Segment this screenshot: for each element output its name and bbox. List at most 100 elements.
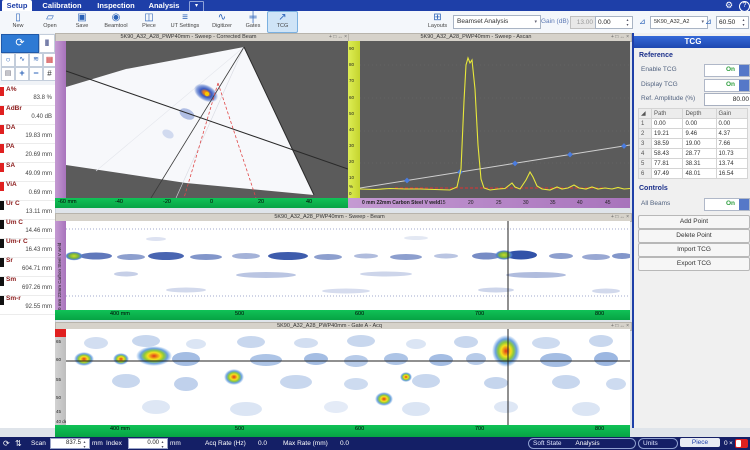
reference-section-label: Reference (639, 52, 673, 59)
delete-point-button[interactable]: Delete Point (638, 229, 750, 243)
view-header-icons[interactable]: + □ ↔ × (611, 214, 629, 221)
reading-row: ViA0.69 mm (0, 181, 55, 201)
ut-settings-button[interactable]: ≡UT Settings (166, 12, 204, 32)
toolbar: ▯New ▱Open ▣Save ◉Beamtool ◫Piece ≡UT Se… (0, 11, 750, 34)
all-beams-toggle[interactable]: On (704, 198, 750, 211)
scan-spinner[interactable]: ▴▾ (81, 439, 88, 449)
bscan-x-ruler: 400 mm 500 600 700 800 (55, 310, 630, 320)
zoom-in-icon[interactable]: + (15, 67, 29, 81)
index-unit: mm (170, 437, 181, 450)
piece-button[interactable]: Piece (680, 438, 720, 447)
view-header-icons[interactable]: + □ ↔ × (611, 34, 629, 41)
sector-y-ruler (55, 41, 66, 198)
cscan-angle-ruler: 65 60 55 50 45 40 deg (55, 337, 66, 425)
max-rate-value: 0.0 (340, 437, 349, 450)
angle-input[interactable]: 60.50 ▴▾ (716, 16, 749, 29)
scan-unit: mm (92, 437, 103, 450)
beamtool-icon: ◉ (100, 12, 132, 23)
open-button[interactable]: ▱Open (35, 12, 65, 32)
pause-button[interactable]: ‖ (39, 34, 55, 53)
table-row[interactable]: 10.000.000.00 (639, 119, 748, 129)
chevron-down-icon: ▾ (534, 16, 537, 28)
reading-row: Sm697.26 mm (0, 276, 55, 296)
gain-reference-box: 13.00 (570, 16, 596, 29)
enable-tcg-label: Enable TCG (641, 66, 677, 73)
reading-indicator (0, 125, 4, 134)
ref-amplitude-input[interactable]: 80.00 (704, 93, 750, 106)
tcg-button[interactable]: ↗TCG (267, 11, 298, 33)
sector-scan-plot[interactable] (66, 41, 348, 198)
sort-corner-cell[interactable]: ◢ (639, 109, 652, 119)
reading-indicator (0, 220, 4, 229)
sync-icon[interactable]: ⟳ (3, 437, 10, 450)
layouts-button[interactable]: ⊞Layouts (424, 12, 451, 32)
table-row[interactable]: 697.4948.0116.54 (639, 169, 748, 179)
scan-input[interactable]: 837.5▴▾ (50, 438, 90, 449)
ascan-plot[interactable] (360, 41, 630, 198)
status-bar: ⟳ ⇅ Scan 837.5▴▾ mm Index 0.00▴▾ mm Acq … (0, 437, 750, 450)
tcg-curve-icon: ↗ (268, 12, 297, 23)
report-icon[interactable]: ▤ (1, 67, 15, 81)
up-down-icon[interactable]: ⇅ (15, 437, 22, 450)
reading-indicator (0, 296, 4, 305)
refracted-angle-icon: ⊿ (705, 17, 712, 26)
smoothing-icon[interactable]: ≋ (29, 53, 43, 67)
reading-row: Ur C13.11 mm (0, 200, 55, 220)
envelope-icon[interactable]: ∿ (15, 53, 29, 67)
sector-view-title: 5K90_A32_A28_PWP40mm - Sweep - Corrected… (56, 34, 321, 41)
piece-button[interactable]: ◫Piece (134, 12, 164, 32)
gain-spinner[interactable]: ▴▾ (624, 17, 631, 27)
zoom-out-icon[interactable]: − (29, 67, 43, 81)
digitizer-button[interactable]: ∿Digitizer (206, 12, 238, 32)
ascan-view-title: 5K90_A32_A28_PWP40mm - Sweep - Ascan (349, 34, 603, 41)
ref-amplitude-label: Ref. Amplitude (%) (641, 95, 695, 102)
menu-tab-calibration[interactable]: Calibration (36, 0, 88, 11)
menu-tab-inspection[interactable]: Inspection (92, 0, 140, 11)
part-label: 0 mm 22mm Carbon Steel V weld (362, 200, 440, 206)
gates-button[interactable]: ╪Gates (240, 12, 266, 32)
sync-cursors-button[interactable]: ⟳ (1, 34, 39, 53)
bscan-plot[interactable] (66, 221, 630, 310)
enable-tcg-toggle[interactable]: On (704, 64, 750, 77)
new-button[interactable]: ▯New (3, 12, 33, 32)
table-row[interactable]: 577.8138.3113.74 (639, 159, 748, 169)
menu-tab-analysis[interactable]: Analysis (144, 0, 184, 11)
acq-rate-label: Acq Rate (Hz) (205, 437, 246, 450)
beamset-analysis-select[interactable]: Beamset Analysis▾ (453, 15, 541, 29)
gain-label: Gain (dB) (541, 18, 569, 25)
gear-icon[interactable]: ⚙ (725, 0, 733, 11)
acq-rate-value: 0.0 (258, 437, 267, 450)
beam-select[interactable]: 5K90_A32_A2▾ (650, 16, 708, 29)
index-input[interactable]: 0.00▴▾ (128, 438, 168, 449)
application-window: Setup Calibration Inspection Analysis ▾ … (0, 0, 750, 450)
cscan-plot[interactable] (66, 329, 630, 425)
close-icon[interactable]: × (729, 437, 733, 450)
tcg-panel: TCG Reference Enable TCG On Display TCG … (632, 33, 750, 428)
beamtool-button[interactable]: ◉Beamtool (100, 12, 132, 32)
reading-row: DA19.83 mm (0, 124, 55, 144)
export-tcg-button[interactable]: Export TCG (638, 257, 750, 271)
menu-tab-setup[interactable]: Setup (2, 0, 32, 11)
table-row[interactable]: 458.4328.7710.73 (639, 149, 748, 159)
ellipse-select-icon[interactable]: ○ (1, 53, 15, 67)
display-tcg-toggle[interactable]: On (704, 79, 750, 92)
angle-spinner[interactable]: ▴▾ (740, 17, 747, 27)
connection-toggle[interactable] (735, 439, 748, 448)
table-row[interactable]: 219.219.464.37 (639, 129, 748, 139)
save-button[interactable]: ▣Save (67, 12, 97, 32)
layouts-icon: ⊞ (424, 12, 451, 23)
reading-row: PA20.69 mm (0, 143, 55, 163)
index-spinner[interactable]: ▴▾ (159, 439, 166, 449)
table-row[interactable]: 338.5919.007.66 (639, 139, 748, 149)
notification-count: 0 (724, 437, 728, 450)
ascan-amplitude-ruler: 90 80 70 60 50 40 30 20 10 % 0 (348, 41, 360, 198)
import-tcg-button[interactable]: Import TCG (638, 243, 750, 257)
reading-row: Um C14.46 mm (0, 219, 55, 239)
readings-panel: A%83.8 % AdBr0.40 dB DA19.83 mm PA20.69 … (0, 85, 56, 428)
open-folder-icon: ▱ (35, 12, 65, 23)
toggle-knob (739, 80, 749, 91)
gain-input[interactable]: 0.00 ▴▾ (595, 16, 633, 29)
view-header-icons[interactable]: + □ ↔ × (329, 34, 347, 41)
add-point-button[interactable]: Add Point (638, 215, 750, 229)
tcg-panel-title: TCG (634, 36, 750, 48)
